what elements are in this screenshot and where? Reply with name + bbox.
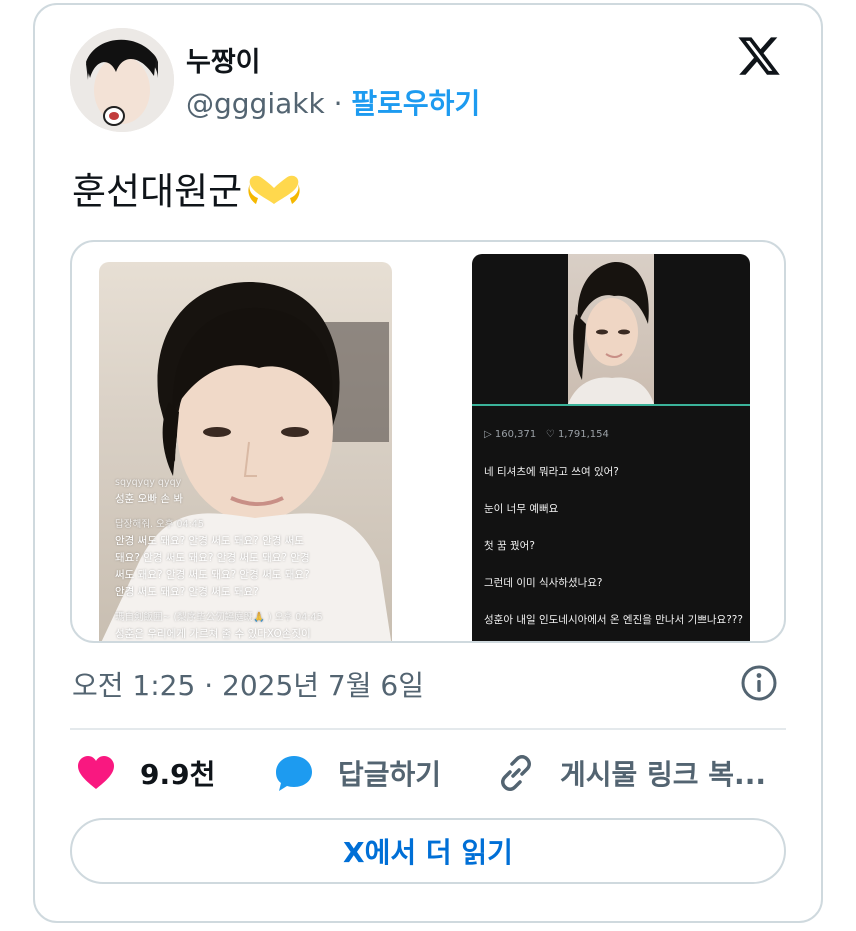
tweet-body: 훈선대원군 <box>72 170 243 213</box>
comment: 첫 꿈 꿨어? <box>484 540 535 552</box>
chat-line: 안경 써도 돼요? 안경 써도 돼요? 안경 써도 <box>115 535 305 547</box>
link-icon <box>501 755 531 791</box>
copy-link-label: 게시물 링크 복... <box>560 758 766 791</box>
live-stats: ▷ 160,371 ♡ 1,791,154 <box>484 429 609 440</box>
chat-line: 답장해줘. 오후 04:45 <box>115 519 204 530</box>
comment: 그런데 이미 식사하셨나요? <box>484 577 603 589</box>
play-icon: ▷ <box>484 429 495 440</box>
author-avatar[interactable] <box>70 28 174 132</box>
reply-button[interactable]: 답글하기 <box>274 752 441 794</box>
author-handle-line: @gggiakk · 팔로우하기 <box>186 82 480 122</box>
heart-icon <box>78 756 114 789</box>
like-button[interactable]: 9.9천 <box>76 752 215 794</box>
tweet-timestamp[interactable]: 오전 1:25 · 2025년 7월 6일 <box>72 664 424 704</box>
video-progress-line <box>472 404 750 406</box>
comment: 성훈아 내일 인도네시아에서 온 엔진을 만나서 기쁘나요??? <box>484 614 743 626</box>
read-more-on-x-button[interactable]: X에서 더 읽기 <box>70 818 786 884</box>
info-icon[interactable] <box>740 664 778 702</box>
photo-right[interactable]: ▷ 160,371 ♡ 1,791,154 네 티셔츠에 뭐라고 쓰여 있어? … <box>472 254 750 641</box>
comment: 네 티셔츠에 뭐라고 쓰여 있어? <box>484 466 619 478</box>
chat-line: 瑪自剣飯囲~ (梨序坒公仞謡庭既🙏 ) 오후 04:45 <box>115 612 323 623</box>
chat-line: 써도 돼요? 안경 써도 돼요? 안경 써도 돼요? <box>115 569 310 581</box>
author-display-name[interactable]: 누짱이 <box>186 40 261 79</box>
photo-left[interactable]: sqyqyqy qyqy 성훈 오빠 손 봐 답장해줘. 오후 04:45 안경… <box>99 262 392 641</box>
play-count: 160,371 <box>494 429 537 440</box>
reply-label: 답글하기 <box>338 758 442 791</box>
author-handle[interactable]: @gggiakk <box>186 87 325 120</box>
comment: 눈이 너무 예뻐요 <box>484 503 559 515</box>
separator-dot: · <box>333 87 343 120</box>
tweet-text: 훈선대원군 <box>72 161 302 215</box>
chat-line: 성훈은 우리에게 가르쳐 줄 수 있다XO손짓이 <box>115 628 311 640</box>
video-call-frame <box>568 254 654 404</box>
like-count-small: 1,791,154 <box>557 429 609 440</box>
heart-hands-emoji <box>248 175 300 204</box>
person-photo-illustration <box>568 262 654 404</box>
chat-line: 돼요? 안경 써도 돼요? 안경 써도 돼요? 안경 <box>115 552 310 564</box>
media-gallery[interactable]: sqyqyqy qyqy 성훈 오빠 손 봐 답장해줘. 오후 04:45 안경… <box>70 240 786 643</box>
heart-outline-icon: ♡ <box>545 429 558 440</box>
speech-bubble-icon <box>276 756 312 791</box>
follow-link[interactable]: 팔로우하기 <box>351 87 480 120</box>
copy-link-button[interactable]: 게시물 링크 복... <box>496 752 766 794</box>
like-count: 9.9천 <box>140 758 216 791</box>
divider <box>70 728 786 730</box>
chat-line: 성훈 오빠 손 봐 <box>115 493 183 505</box>
x-logo-icon[interactable] <box>735 33 783 79</box>
live-chat-overlay: sqyqyqy qyqy 성훈 오빠 손 봐 답장해줘. 오후 04:45 안경… <box>115 474 385 641</box>
live-comment-list: 네 티셔츠에 뭐라고 쓰여 있어? 눈이 너무 예뻐요 첫 꿈 꿨어? 그런데 … <box>484 464 744 641</box>
chat-line: 안경 써도 돼요? 안경 써도 돼요? <box>115 586 259 598</box>
chat-line: sqyqyqy qyqy <box>115 477 182 488</box>
